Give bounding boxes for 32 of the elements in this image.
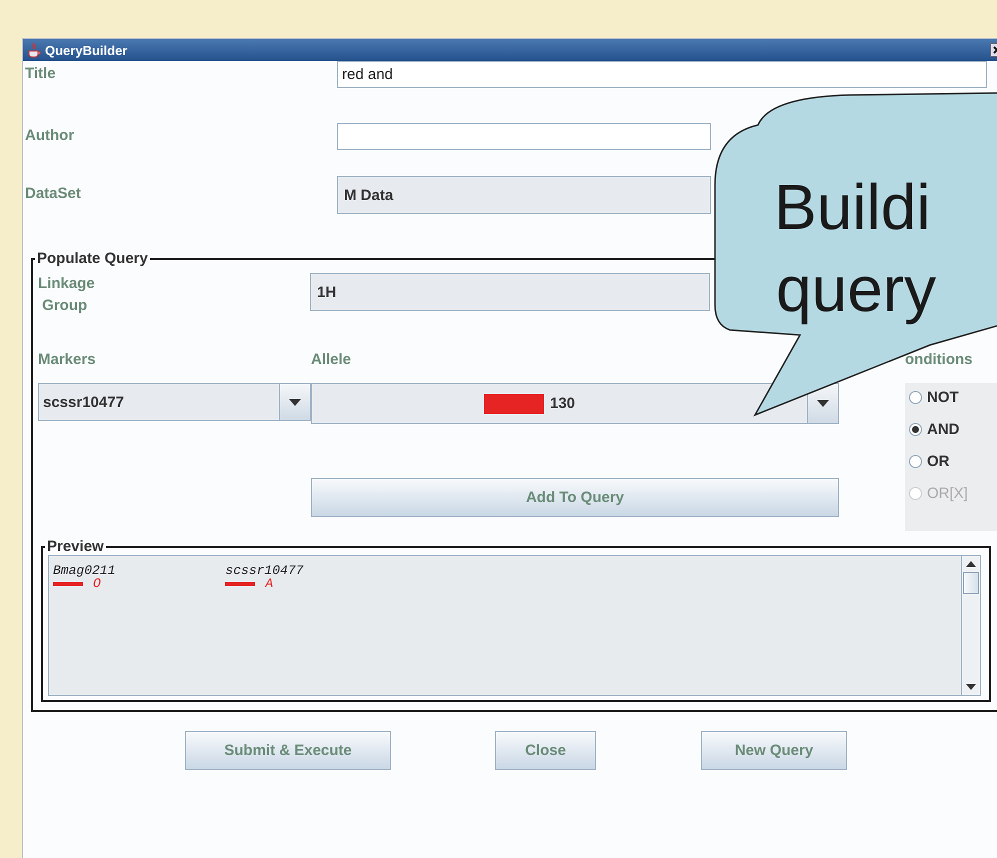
section-legend: Populate Query	[35, 250, 150, 267]
allele-dropdown[interactable]: 130	[311, 383, 839, 424]
marker-name: Bmag0211	[53, 564, 116, 578]
allele-code: O	[93, 578, 101, 590]
callout-text: Buildi	[774, 175, 931, 239]
linkage-group-dropdown[interactable]: 1H	[310, 273, 710, 311]
marker-dropdown[interactable]: scssr10477	[38, 383, 311, 421]
dropdown-arrow-icon	[289, 398, 301, 406]
condition-radio[interactable]: AND	[909, 421, 993, 438]
marker-name: scssr10477	[225, 564, 304, 578]
dropdown-arrow-icon	[817, 400, 829, 407]
author-field[interactable]	[337, 123, 711, 150]
column-label: Markers	[38, 350, 97, 370]
window-title: QueryBuilder	[45, 42, 128, 58]
condition-radio[interactable]: OR	[909, 453, 993, 470]
field-label: Title	[25, 64, 57, 82]
column-label: Allele	[311, 350, 352, 370]
allele-swatch	[484, 394, 544, 414]
column-label: onditions	[905, 350, 974, 370]
allele-code: A	[265, 578, 274, 590]
section-legend: Preview	[45, 538, 106, 555]
title-field[interactable]: red and	[337, 61, 987, 88]
allele-bar	[53, 582, 83, 586]
scrollbar[interactable]	[961, 556, 980, 695]
field-label: Author	[25, 126, 76, 144]
dataset-dropdown[interactable]: M Data	[337, 176, 711, 214]
allele-bar	[225, 582, 256, 586]
scroll-thumb[interactable]	[963, 572, 979, 594]
field-label: DataSet	[25, 184, 82, 202]
condition-radio[interactable]: NOT	[909, 389, 993, 406]
cup-icon	[27, 42, 41, 58]
field-label: Linkage Group	[38, 274, 96, 316]
